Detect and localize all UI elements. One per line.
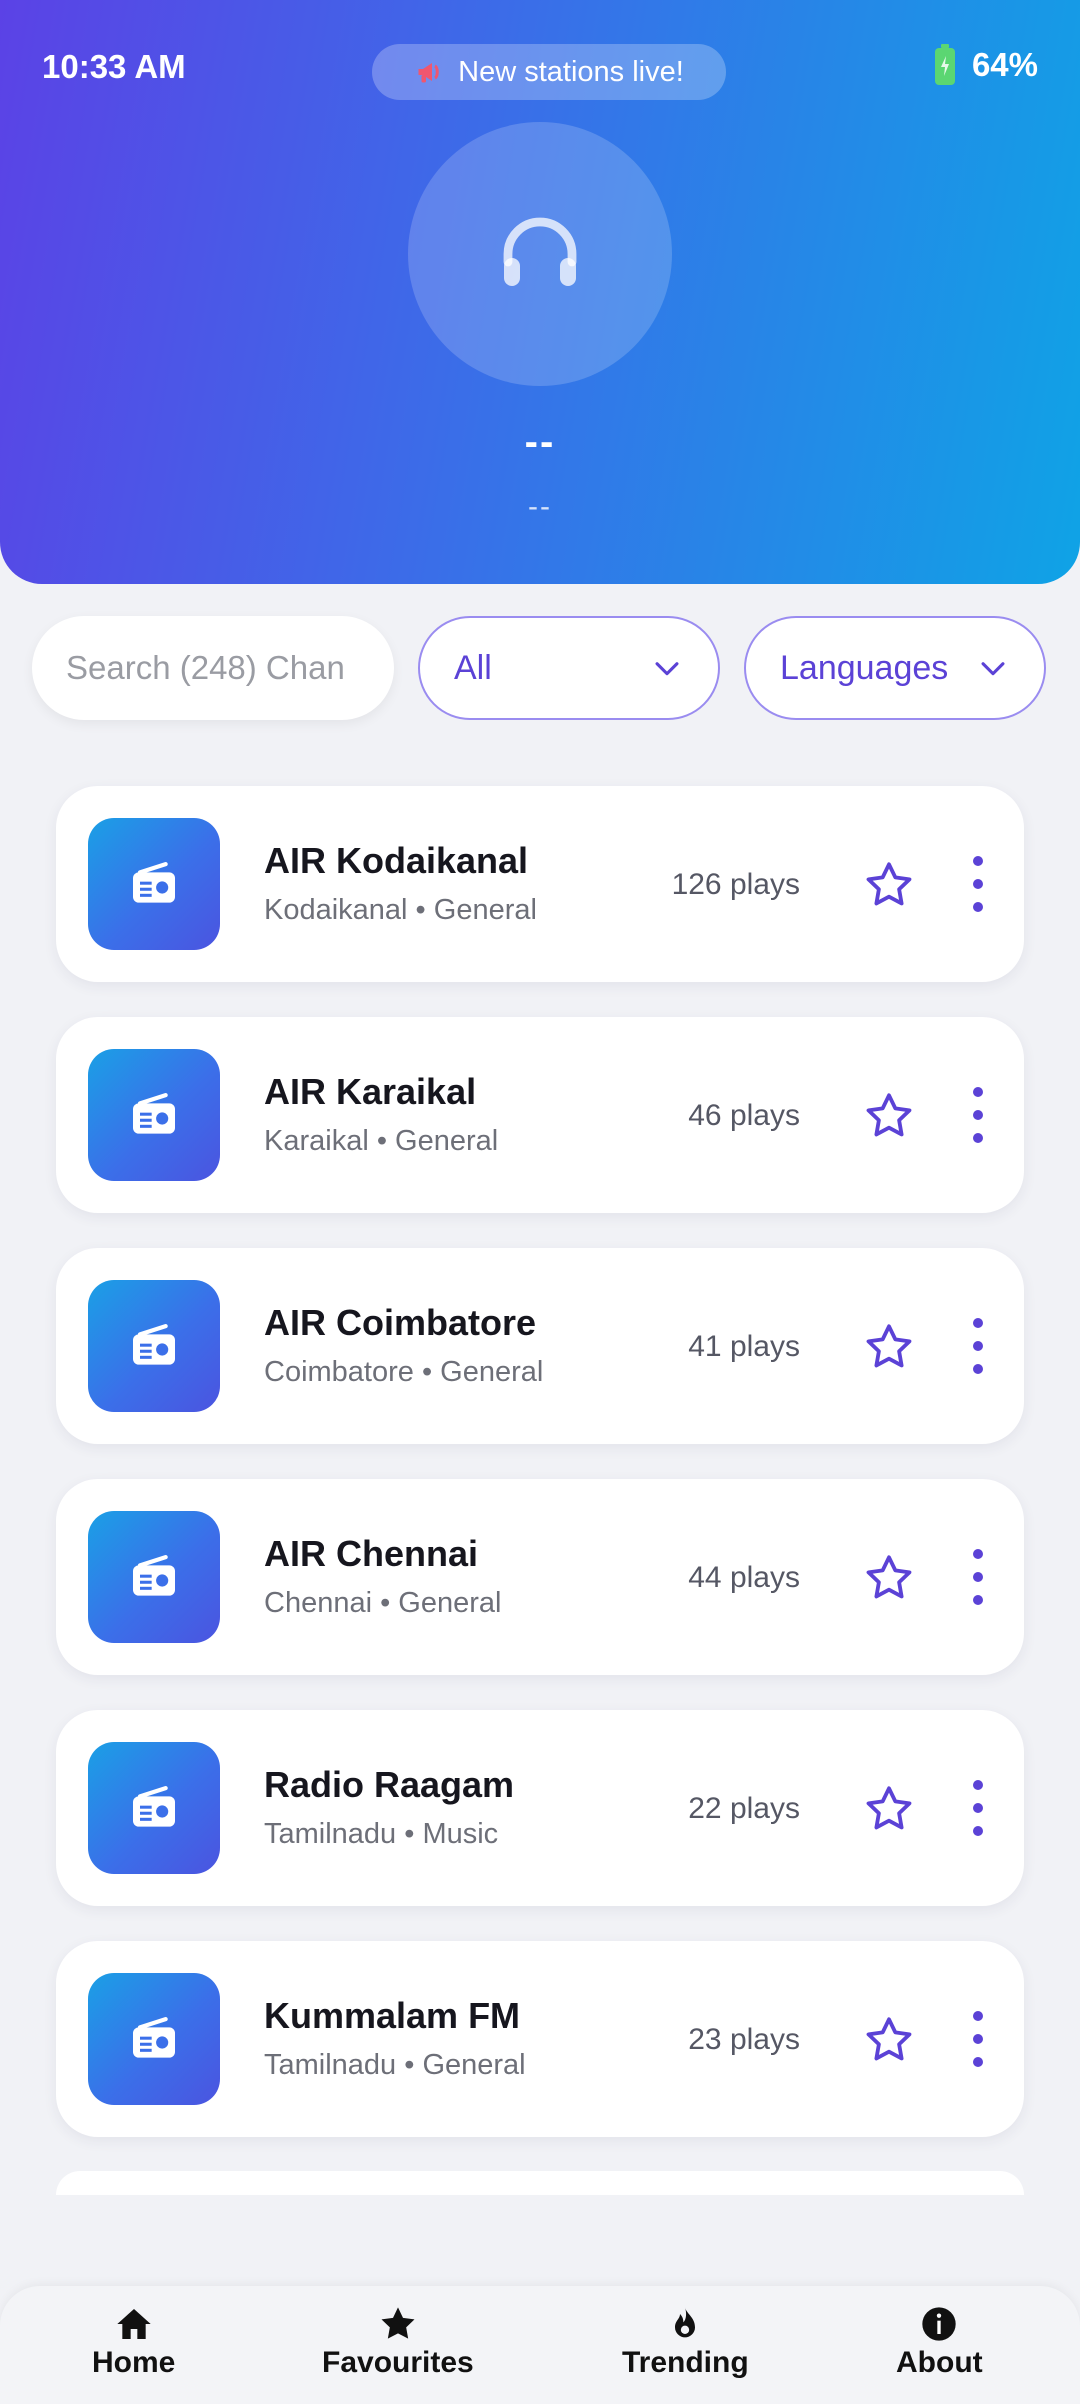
star-icon[interactable] (862, 2013, 916, 2067)
category-selected: All (454, 648, 492, 687)
station-thumbnail (88, 1973, 220, 2105)
more-options-icon[interactable] (966, 1549, 990, 1605)
station-meta: Coimbatore • General (264, 1356, 544, 1388)
battery-icon (934, 44, 955, 85)
status-time: 10:33 AM (42, 48, 186, 85)
battery-percent: 64% (971, 46, 1038, 83)
nav-trending-label: Trending (622, 2346, 749, 2379)
station-meta: Kodaikanal • General (264, 894, 537, 926)
station-card-partial[interactable] (56, 2171, 1024, 2195)
station-card[interactable]: Radio Raagam Tamilnadu • Music 22 plays (56, 1710, 1024, 1906)
station-card[interactable]: AIR Chennai Chennai • General 44 plays (56, 1479, 1024, 1675)
station-card[interactable]: Kummalam FM Tamilnadu • General 23 plays (56, 1941, 1024, 2137)
fire-icon (675, 2307, 696, 2338)
now-playing-subtitle: -- (528, 490, 552, 523)
station-name: AIR Chennai (264, 1533, 479, 1574)
star-icon[interactable] (862, 1089, 916, 1143)
radio-icon (133, 1786, 175, 1827)
radio-icon (133, 1093, 175, 1134)
station-thumbnail (88, 1049, 220, 1181)
station-name: AIR Karaikal (264, 1071, 477, 1112)
station-artwork (408, 122, 672, 386)
chevron-down-icon (655, 662, 679, 676)
station-name: Kummalam FM (264, 1995, 521, 2036)
more-options-icon[interactable] (966, 1087, 990, 1143)
megaphone-icon (418, 63, 439, 83)
station-meta: Chennai • General (264, 1587, 502, 1619)
station-name: AIR Kodaikanal (264, 840, 529, 881)
station-meta: Karaikal • General (264, 1125, 499, 1157)
station-name: AIR Coimbatore (264, 1302, 537, 1343)
category-dropdown[interactable]: All (418, 616, 720, 720)
star-filled-icon (381, 2307, 415, 2339)
play-count: 44 plays (688, 1561, 800, 1594)
play-count: 126 plays (671, 868, 800, 901)
station-card[interactable]: AIR Karaikal Karaikal • General 46 plays (56, 1017, 1024, 1213)
nav-trending[interactable]: Trending (622, 2304, 749, 2380)
play-count: 46 plays (688, 1099, 800, 1132)
star-icon[interactable] (862, 858, 916, 912)
more-options-icon[interactable] (966, 856, 990, 912)
banner-text: New stations live! (458, 55, 684, 88)
info-icon (922, 2307, 956, 2341)
more-options-icon[interactable] (966, 1780, 990, 1836)
star-icon[interactable] (862, 1320, 916, 1374)
chevron-down-icon (981, 662, 1005, 676)
bottom-navigation: Home Favourites Trending About (0, 2286, 1080, 2404)
radio-icon (133, 1324, 175, 1365)
language-dropdown[interactable]: Languages (744, 616, 1046, 720)
now-playing-title: -- (524, 420, 556, 464)
nav-about-label: About (896, 2346, 983, 2379)
nav-favourites-label: Favourites (322, 2346, 474, 2379)
radio-icon (133, 862, 175, 903)
station-thumbnail (88, 1742, 220, 1874)
announcement-banner[interactable]: New stations live! (372, 44, 726, 100)
more-options-icon[interactable] (966, 1318, 990, 1374)
play-count: 41 plays (688, 1330, 800, 1363)
search-input[interactable] (32, 616, 394, 720)
nav-favourites[interactable]: Favourites (322, 2304, 474, 2380)
nav-home-label: Home (92, 2346, 176, 2379)
station-thumbnail (88, 1280, 220, 1412)
radio-icon (133, 2017, 175, 2058)
headphones-icon (503, 217, 577, 286)
play-count: 22 plays (688, 1792, 800, 1825)
station-card[interactable]: AIR Kodaikanal Kodaikanal • General 126 … (56, 786, 1024, 982)
radio-icon (133, 1555, 175, 1596)
station-thumbnail (88, 1511, 220, 1643)
station-meta: Tamilnadu • Music (264, 1818, 499, 1850)
play-count: 23 plays (688, 2023, 800, 2056)
station-thumbnail (88, 818, 220, 950)
station-card[interactable]: AIR Coimbatore Coimbatore • General 41 p… (56, 1248, 1024, 1444)
star-icon[interactable] (862, 1782, 916, 1836)
more-options-icon[interactable] (966, 2011, 990, 2067)
language-selected: Languages (780, 648, 949, 687)
now-playing-header: 10:33 AM New stations live! 64% -- -- (0, 0, 1080, 584)
station-meta: Tamilnadu • General (264, 2049, 526, 2081)
battery-status: 64% (934, 44, 1038, 86)
home-icon (117, 2309, 151, 2339)
nav-home[interactable]: Home (92, 2304, 175, 2380)
star-icon[interactable] (862, 1551, 916, 1605)
station-name: Radio Raagam (264, 1764, 515, 1805)
nav-about[interactable]: About (896, 2304, 983, 2380)
